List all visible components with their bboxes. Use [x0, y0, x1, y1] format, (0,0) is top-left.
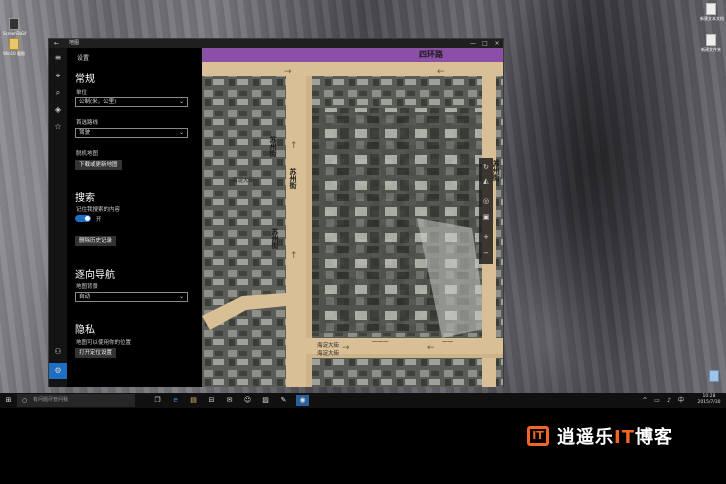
aerial-map[interactable]: → ← ↑ ↑ ← → 四环路 苏州街 苏州街 苏州街 海淀大街 苏州街 海淀大… — [202, 48, 503, 387]
section-privacy-title: 隐私 — [75, 325, 95, 336]
section-general-title: 常规 — [75, 74, 95, 85]
settings-gear-icon[interactable]: ⚙ — [49, 363, 67, 379]
road-label-street-a: 苏州街 — [269, 136, 277, 157]
remember-search-label: 记住我搜索的内容 — [76, 207, 121, 213]
svg-text:←: ← — [427, 343, 435, 353]
desktop-icon-recycle-bin[interactable] — [703, 370, 725, 382]
road-label-small-1: 一一一 — [372, 340, 389, 346]
road-label-haidian-1: 海淀大街 — [317, 343, 340, 349]
svg-text:→: → — [342, 343, 350, 353]
brand-logo-icon: IT — [527, 426, 549, 446]
desktop-icon-text-document[interactable]: 新建文本文档 — [700, 3, 724, 21]
maps-window: ← 地图 — □ × ≡ ⌖ ⌕ ◈ ☆ ⚇ ⚙ 设置 常规 单位 公制(米，公… — [48, 38, 504, 387]
map-imagery: → ← ↑ ↑ ← → — [202, 48, 503, 387]
svg-text:↑: ↑ — [290, 141, 298, 151]
clear-history-button[interactable]: 删除历史记录 — [75, 236, 117, 246]
toggle-state-label: 开 — [96, 217, 102, 223]
download-maps-button[interactable]: 下载或更新地图 — [75, 160, 122, 170]
network-icon[interactable]: ▭ — [652, 395, 662, 406]
road-label-street-b: 苏州街 — [271, 228, 279, 249]
road-label-haidian-2: 海淀大街 — [317, 351, 340, 357]
settings-header: 设置 — [77, 55, 90, 62]
document-icon — [706, 3, 716, 15]
map-views-icon[interactable]: ▣ — [479, 210, 493, 224]
section-navigation-title: 逐向导航 — [75, 270, 115, 281]
favorites-star-icon[interactable]: ☆ — [52, 121, 64, 133]
location-label: 地图可以使用你的位置 — [76, 340, 132, 346]
map-icon[interactable]: ⌖ — [52, 70, 64, 82]
cortana-circle-icon: ○ — [22, 397, 28, 404]
route-dropdown[interactable]: 驾驶 ⌄ — [75, 128, 188, 138]
paint-icon[interactable]: ✎ — [278, 395, 289, 406]
svg-text:→: → — [284, 67, 292, 77]
blog-watermark: IT 逍遥乐IT博客 — [527, 424, 673, 448]
tray-expand-icon[interactable]: ^ — [640, 395, 650, 406]
edge-browser-icon[interactable]: e — [170, 395, 181, 406]
store-icon[interactable]: ⊟ — [206, 395, 217, 406]
search-icon[interactable]: ⌕ — [52, 87, 64, 99]
document-icon — [706, 34, 716, 46]
svg-text:↑: ↑ — [290, 251, 298, 261]
chevron-down-icon: ⌄ — [178, 129, 184, 136]
close-button[interactable]: × — [491, 39, 503, 48]
taskbar: ⊞ ○ 有问题尽管问我 ❐ e ▤ ⊟ ✉ ☺ ▨ ✎ ◉ ^ ▭ ♪ 中 10… — [0, 393, 726, 408]
folder-icon — [9, 38, 19, 50]
remember-search-toggle[interactable] — [75, 215, 91, 222]
recycle-bin-icon — [709, 370, 719, 382]
svg-text:←: ← — [437, 67, 445, 77]
directions-icon[interactable]: ◈ — [52, 104, 64, 116]
road-label-small-2: 一一 — [442, 340, 454, 346]
settings-panel: 设置 常规 单位 公制(米，公里) ⌄ 首选路线 驾驶 ⌄ 脱机地图 下载或更新… — [67, 48, 202, 387]
chevron-down-icon: ⌄ — [178, 98, 184, 105]
units-dropdown[interactable]: 公制(米，公里) ⌄ — [75, 97, 188, 107]
desktop-icon-new-folder[interactable]: 新建文件夹 — [700, 34, 722, 52]
title-bar: ← 地图 — □ × — [49, 39, 503, 48]
map-controls: ↻ ◭ ◎ ▣ + − — [479, 158, 493, 264]
map-background-label: 地图背景 — [76, 284, 99, 290]
zoom-in-icon[interactable]: + — [479, 230, 493, 244]
photos-icon[interactable]: ▨ — [260, 395, 271, 406]
cortana-search-box[interactable]: ○ 有问题尽管问我 — [17, 394, 135, 407]
start-windows-icon[interactable]: ⊞ — [3, 395, 14, 406]
task-view-icon[interactable]: ❐ — [152, 395, 163, 406]
section-search-title: 搜索 — [75, 193, 95, 204]
desktop-icon-screenshot[interactable]: Win10 截图 — [3, 38, 25, 56]
language-icon[interactable]: 中 — [676, 395, 686, 406]
clock[interactable]: 10:28 2015/7/30 — [694, 394, 724, 406]
offline-maps-label: 脱机地图 — [76, 151, 99, 157]
road-label-su-street: 苏州街 — [289, 168, 297, 189]
mail-icon[interactable]: ✉ — [224, 395, 235, 406]
maps-taskbar-icon[interactable]: ◉ — [296, 395, 309, 406]
screen: ScreenToGif Win10 截图 新建文本文档 新建文件夹 ← 地图 —… — [0, 0, 726, 484]
account-icon[interactable]: ⚇ — [52, 346, 64, 358]
chevron-down-icon: ⌄ — [178, 293, 184, 300]
volume-icon[interactable]: ♪ — [664, 395, 674, 406]
window-title: 地图 — [69, 40, 80, 46]
toggle-knob — [85, 216, 90, 221]
route-label: 首选路线 — [76, 120, 99, 126]
map-background-dropdown[interactable]: 自动 ⌄ — [75, 292, 188, 302]
nav-icon-bar: ≡ ⌖ ⌕ ◈ ☆ ⚇ ⚙ — [49, 48, 67, 387]
road-label-west: 海淀大街 — [232, 178, 255, 184]
road-label-north: 四环路 — [419, 50, 443, 59]
hamburger-menu-icon[interactable]: ≡ — [52, 52, 64, 64]
tilt-icon[interactable]: ◭ — [479, 174, 493, 188]
units-label: 单位 — [76, 90, 88, 96]
file-explorer-icon[interactable]: ▤ — [188, 395, 199, 406]
back-icon[interactable]: ← — [54, 40, 59, 47]
screentogif-taskbar-icon[interactable]: ☺ — [242, 395, 253, 406]
rotate-icon[interactable]: ↻ — [479, 160, 493, 174]
zoom-out-icon[interactable]: − — [479, 246, 493, 260]
locate-me-icon[interactable]: ◎ — [479, 194, 493, 208]
maximize-button[interactable]: □ — [479, 39, 491, 48]
desktop-icon-screentogif[interactable]: ScreenToGif — [3, 18, 27, 36]
location-settings-button[interactable]: 打开定位设置 — [75, 348, 117, 358]
app-icon — [9, 18, 19, 30]
minimize-button[interactable]: — — [467, 39, 479, 48]
